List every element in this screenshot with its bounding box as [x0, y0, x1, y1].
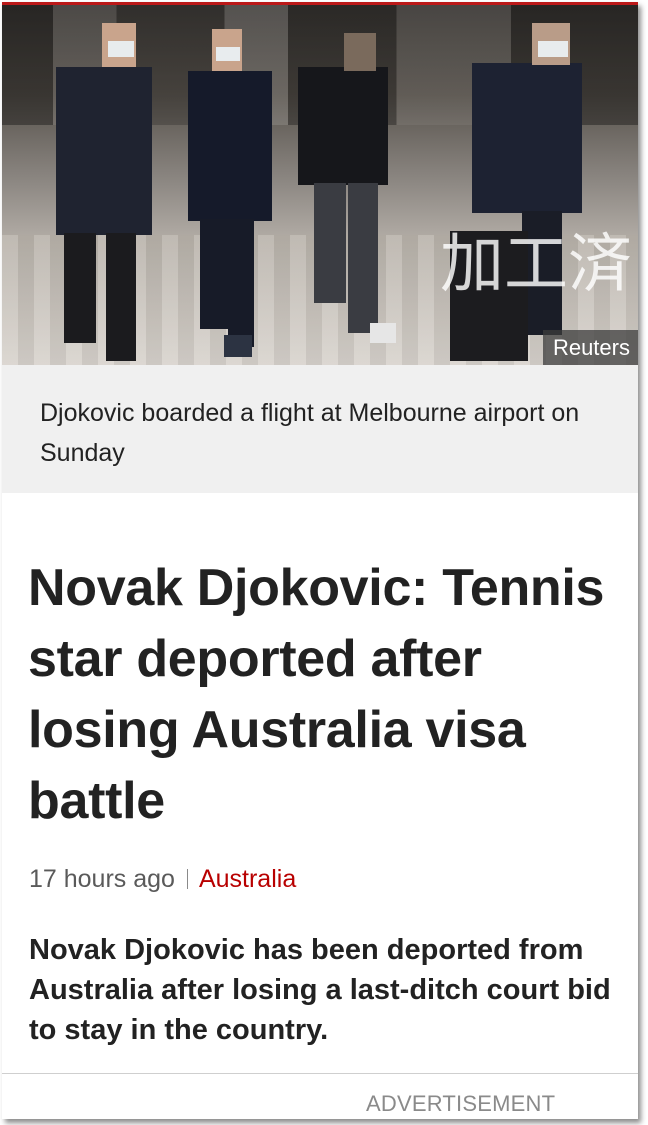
image-caption: Djokovic boarded a flight at Melbourne a… — [2, 365, 638, 493]
article-card: 加工済 Reuters Djokovic boarded a flight at… — [2, 2, 638, 1119]
watermark-text: 加工済 — [440, 228, 632, 302]
figure-person — [224, 335, 252, 357]
figure-person — [472, 63, 582, 213]
figure-mask — [216, 47, 240, 61]
category-link[interactable]: Australia — [199, 865, 296, 893]
figure-person — [298, 67, 388, 185]
figure-person — [56, 67, 152, 235]
figure-mask — [538, 41, 568, 57]
article-summary: Novak Djokovic has been deported from Au… — [29, 934, 611, 1046]
figure-person — [348, 183, 378, 333]
hero-image[interactable]: 加工済 Reuters — [2, 5, 638, 365]
meta-divider — [186, 869, 188, 889]
advertisement-label: ADVERTISEMENT — [366, 1091, 556, 1116]
figure-person — [200, 219, 228, 329]
divider — [2, 1073, 638, 1074]
figure-person — [314, 183, 346, 303]
figure-person — [106, 233, 136, 361]
figure-person — [228, 219, 254, 347]
article-meta: 17 hours ago Australia — [29, 863, 296, 895]
caption-text: Djokovic boarded a flight at Melbourne a… — [40, 399, 580, 467]
article-headline: Novak Djokovic: Tennis star deported aft… — [28, 559, 605, 830]
figure-person — [370, 323, 396, 343]
figure-mask — [108, 41, 134, 57]
figure-person — [64, 233, 96, 343]
timestamp: 17 hours ago — [29, 865, 175, 893]
figure-person — [188, 71, 272, 221]
image-credit: Reuters — [542, 329, 638, 365]
figure-head — [344, 33, 376, 71]
